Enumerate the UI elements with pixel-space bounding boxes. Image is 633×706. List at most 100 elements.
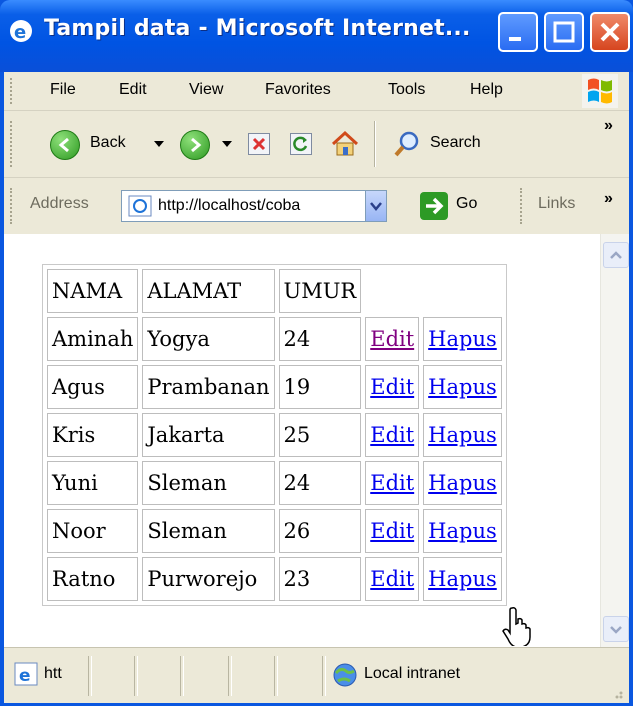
chevron-down-icon xyxy=(610,626,622,634)
status-text: htt xyxy=(44,665,62,682)
menu-favorites[interactable]: Favorites xyxy=(265,81,331,99)
header-nama: NAMA xyxy=(47,269,139,313)
standard-toolbar: Back Search » xyxy=(4,111,629,178)
toolbar-separator xyxy=(374,121,375,167)
close-icon xyxy=(600,22,620,42)
status-divider xyxy=(322,656,326,696)
status-bar: e htt Local intranet xyxy=(4,647,629,703)
cell-umur: 23 xyxy=(278,557,362,601)
status-divider xyxy=(228,656,232,696)
page-icon xyxy=(128,195,152,217)
hapus-cell: Hapus xyxy=(423,317,502,361)
menubar-grip[interactable] xyxy=(10,78,15,104)
search-button-label[interactable]: Search xyxy=(430,134,481,152)
edit-link[interactable]: Edit xyxy=(370,567,414,591)
status-divider xyxy=(134,656,138,696)
cell-alamat: Sleman xyxy=(142,509,275,553)
edit-link[interactable]: Edit xyxy=(370,327,414,351)
go-arrow-icon[interactable] xyxy=(420,192,448,220)
edit-cell: Edit xyxy=(365,557,420,601)
maximize-icon xyxy=(553,21,575,43)
scroll-up-button[interactable] xyxy=(603,242,629,268)
menu-bar: File Edit View Favorites Tools Help xyxy=(4,72,629,111)
forward-dropdown-icon[interactable] xyxy=(222,141,232,149)
table-row: Aminah Yogya 24 Edit Hapus xyxy=(47,317,502,361)
hapus-cell: Hapus xyxy=(423,461,502,505)
status-divider xyxy=(88,656,92,696)
stop-icon[interactable] xyxy=(248,133,270,155)
refresh-icon[interactable] xyxy=(290,133,312,155)
hand-cursor-icon xyxy=(502,607,531,646)
table-header-row: NAMA ALAMAT UMUR xyxy=(47,269,502,313)
scroll-down-button[interactable] xyxy=(603,616,629,642)
edit-cell: Edit xyxy=(365,509,420,553)
hapus-cell: Hapus xyxy=(423,509,502,553)
address-input[interactable]: http://localhost/coba xyxy=(121,190,387,222)
links-label[interactable]: Links xyxy=(538,195,575,213)
toolbar-grip[interactable] xyxy=(10,121,15,167)
minimize-button[interactable] xyxy=(498,12,538,52)
cell-nama: Noor xyxy=(47,509,139,553)
table-row: Noor Sleman 26 Edit Hapus xyxy=(47,509,502,553)
edit-link[interactable]: Edit xyxy=(370,375,414,399)
hapus-link[interactable]: Hapus xyxy=(428,327,497,351)
edit-link[interactable]: Edit xyxy=(370,471,414,495)
cell-umur: 24 xyxy=(278,461,362,505)
cell-umur: 24 xyxy=(278,317,362,361)
search-icon[interactable] xyxy=(392,129,422,159)
hapus-link[interactable]: Hapus xyxy=(428,423,497,447)
back-button-label[interactable]: Back xyxy=(90,134,126,152)
links-chevron[interactable]: » xyxy=(604,190,613,208)
address-bar: Address http://localhost/coba Go Links » xyxy=(4,178,629,235)
edit-link[interactable]: Edit xyxy=(370,423,414,447)
title-bar[interactable]: e Tampil data - Microsoft Internet... xyxy=(0,0,633,72)
hapus-link[interactable]: Hapus xyxy=(428,375,497,399)
header-empty xyxy=(365,269,502,313)
edit-cell: Edit xyxy=(365,461,420,505)
back-dropdown-icon[interactable] xyxy=(154,141,164,149)
header-alamat: ALAMAT xyxy=(142,269,275,313)
browser-window: e Tampil data - Microsoft Internet... Fi… xyxy=(0,0,633,706)
addressbar-grip[interactable] xyxy=(10,188,15,224)
links-grip[interactable] xyxy=(520,188,525,224)
menu-view[interactable]: View xyxy=(189,81,223,99)
window-title: Tampil data - Microsoft Internet... xyxy=(44,16,471,41)
edit-link[interactable]: Edit xyxy=(370,519,414,543)
address-dropdown-button[interactable] xyxy=(365,191,386,221)
edit-cell: Edit xyxy=(365,413,420,457)
close-button[interactable] xyxy=(590,12,630,52)
browser-chrome: File Edit View Favorites Tools Help Back xyxy=(4,72,629,235)
hapus-cell: Hapus xyxy=(423,557,502,601)
toolbar-chevron[interactable]: » xyxy=(604,117,613,135)
page-status-icon: e xyxy=(14,662,38,686)
cell-alamat: Purworejo xyxy=(142,557,275,601)
hapus-cell: Hapus xyxy=(423,413,502,457)
maximize-button[interactable] xyxy=(544,12,584,52)
hapus-link[interactable]: Hapus xyxy=(428,567,497,591)
menu-help[interactable]: Help xyxy=(470,81,503,99)
hapus-link[interactable]: Hapus xyxy=(428,471,497,495)
header-umur: UMUR xyxy=(278,269,362,313)
menu-edit[interactable]: Edit xyxy=(119,81,147,99)
chevron-down-icon xyxy=(370,202,382,211)
svg-text:e: e xyxy=(19,666,31,686)
menu-file[interactable]: File xyxy=(50,81,76,99)
cell-nama: Aminah xyxy=(47,317,139,361)
data-table: NAMA ALAMAT UMUR Aminah Yogya 24 Edit Ha… xyxy=(42,264,507,606)
go-button-label[interactable]: Go xyxy=(456,195,477,213)
chevron-up-icon xyxy=(610,251,622,259)
vertical-scrollbar[interactable] xyxy=(600,234,629,647)
ie-logo-icon: e xyxy=(10,20,32,43)
cell-nama: Agus xyxy=(47,365,139,409)
home-icon[interactable] xyxy=(330,129,360,159)
security-zone-label: Local intranet xyxy=(364,665,461,682)
forward-arrow-icon[interactable] xyxy=(180,130,210,160)
back-arrow-icon[interactable] xyxy=(50,130,80,160)
svg-text:e: e xyxy=(14,22,26,43)
resize-grip-icon[interactable] xyxy=(608,684,624,700)
edit-cell: Edit xyxy=(365,317,420,361)
menu-tools[interactable]: Tools xyxy=(388,81,425,99)
cell-alamat: Jakarta xyxy=(142,413,275,457)
hapus-link[interactable]: Hapus xyxy=(428,519,497,543)
page-content: NAMA ALAMAT UMUR Aminah Yogya 24 Edit Ha… xyxy=(4,234,629,647)
